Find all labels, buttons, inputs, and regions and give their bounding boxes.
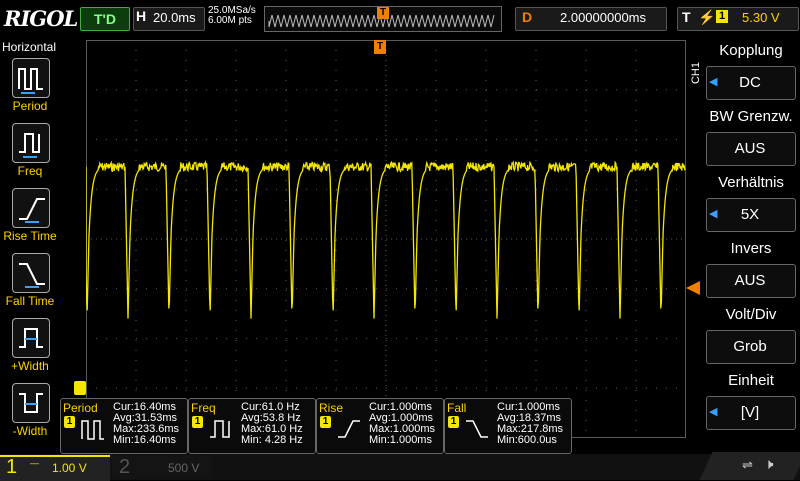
probe-ratio-title: Verhältnis (718, 174, 784, 191)
coupling-value: DC (739, 74, 761, 91)
coupling-title: Kopplung (719, 42, 783, 59)
measurement-min: Min: 4.28 Hz (241, 434, 303, 446)
freq-button[interactable] (12, 123, 50, 163)
trigger-level-marker[interactable] (686, 281, 700, 295)
fall-time-label: Fall Time (5, 294, 55, 308)
measurement-channel-badge: 1 (64, 416, 75, 428)
ch1-number: 1 (6, 456, 18, 478)
measurement-name: Fall (447, 401, 467, 415)
measurement-rise[interactable]: Rise 1 Cur:1.000ms Avg:1.000ms Max:1.000… (316, 398, 444, 454)
unit-value: [V] (740, 404, 760, 421)
memory-depth: 6.00M pts (208, 15, 252, 26)
ch1-scale: 1.00 V (52, 461, 87, 475)
period-icon (81, 420, 104, 440)
timebase-label: H (136, 8, 147, 24)
ch1-coupling-icon: — (30, 458, 39, 468)
ch2-number: 2 (119, 456, 131, 478)
volt-div-title: Volt/Div (725, 306, 777, 323)
sound-muted-icon: 🕨 (764, 456, 774, 473)
rise-time-icon (338, 420, 360, 438)
delay-value: 2.00000000ms (560, 10, 647, 25)
probe-ratio-value: 5X (740, 206, 760, 223)
volt-div-value: Grob (733, 338, 767, 355)
measurement-freq[interactable]: Freq 1 Cur:61.0 Hz Avg:53.8 Hz Max:61.0 … (188, 398, 316, 454)
measurement-min: Min:1.000ms (369, 434, 432, 446)
rigol-logo: RIGOL (4, 6, 78, 31)
memory-trigger-marker: T (377, 7, 389, 19)
measurement-name: Freq (191, 401, 216, 415)
menu-title: Horizontal (2, 40, 57, 54)
invert-value: AUS (734, 272, 766, 289)
measurement-values: Cur:16.40ms Avg:31.53ms Max:233.6ms Min:… (113, 402, 179, 446)
usb-icon: ⇌ (742, 457, 753, 472)
fall-time-icon (19, 263, 45, 288)
measurement-values: Cur:1.000ms Avg:1.000ms Max:1.000ms Min:… (369, 402, 435, 446)
bw-limit-value: AUS (734, 140, 766, 157)
fall-time-button[interactable] (12, 253, 50, 293)
measurement-channel-badge: 1 (448, 416, 459, 428)
measurement-channel-badge: 1 (320, 416, 331, 428)
trigger-level: 5.30 V (742, 10, 780, 25)
fall-time-icon (466, 420, 488, 438)
measurement-values: Cur:1.000ms Avg:18.37ms Max:217.8ms Min:… (497, 402, 563, 446)
plus-width-button[interactable] (12, 318, 50, 358)
bw-limit-title: BW Grenzw. (709, 108, 793, 125)
period-button[interactable] (12, 58, 50, 98)
unit-title: Einheit (728, 372, 774, 389)
minus-width-icon (19, 393, 43, 413)
trigger-channel-badge: 1 (716, 10, 728, 23)
ch1-ground-marker[interactable] (74, 381, 86, 395)
timebase-value: 20.0ms (153, 10, 196, 25)
minus-width-button[interactable] (12, 383, 50, 423)
measurement-values: Cur:61.0 Hz Avg:53.8 Hz Max:61.0 Hz Min:… (241, 402, 303, 446)
measurement-min: Min:600.0us (497, 434, 557, 446)
freq-icon (210, 420, 230, 438)
trigger-position-marker[interactable]: T (374, 40, 386, 54)
rise-time-label: Rise Time (3, 229, 57, 243)
graticule (86, 40, 686, 438)
trigger-box[interactable] (677, 7, 799, 31)
minus-width-label: -Width (12, 424, 48, 438)
invert-title: Invers (730, 240, 772, 257)
run-status-badge[interactable]: T'D (80, 7, 130, 31)
measurement-channel-badge: 1 (192, 416, 203, 428)
trigger-label: T (682, 9, 691, 25)
plus-width-label: +Width (11, 359, 49, 373)
channel-tag: CH1 (690, 62, 702, 85)
measurement-name: Period (63, 401, 98, 415)
plus-width-icon (19, 328, 43, 348)
freq-icon (19, 133, 40, 158)
measurement-name: Rise (319, 401, 344, 415)
measurement-fall[interactable]: Fall 1 Cur:1.000ms Avg:18.37ms Max:217.8… (444, 398, 572, 454)
trigger-edge-icon: ⚡ (698, 9, 716, 25)
ch2-scale: 500 V (168, 461, 200, 475)
period-icon (18, 68, 43, 94)
measurement-min: Min:16.40ms (113, 434, 176, 446)
delay-label: D (522, 9, 533, 25)
acquisition-info: 25.0MSa/s 6.00M pts (208, 6, 256, 26)
measurement-period[interactable]: Period 1 Cur:16.40ms Avg:31.53ms Max:233… (60, 398, 188, 454)
rise-time-icon (19, 198, 45, 223)
freq-label: Freq (17, 164, 43, 178)
waveform-display[interactable] (86, 40, 686, 438)
period-label: Period (12, 99, 48, 113)
rise-time-button[interactable] (12, 188, 50, 228)
